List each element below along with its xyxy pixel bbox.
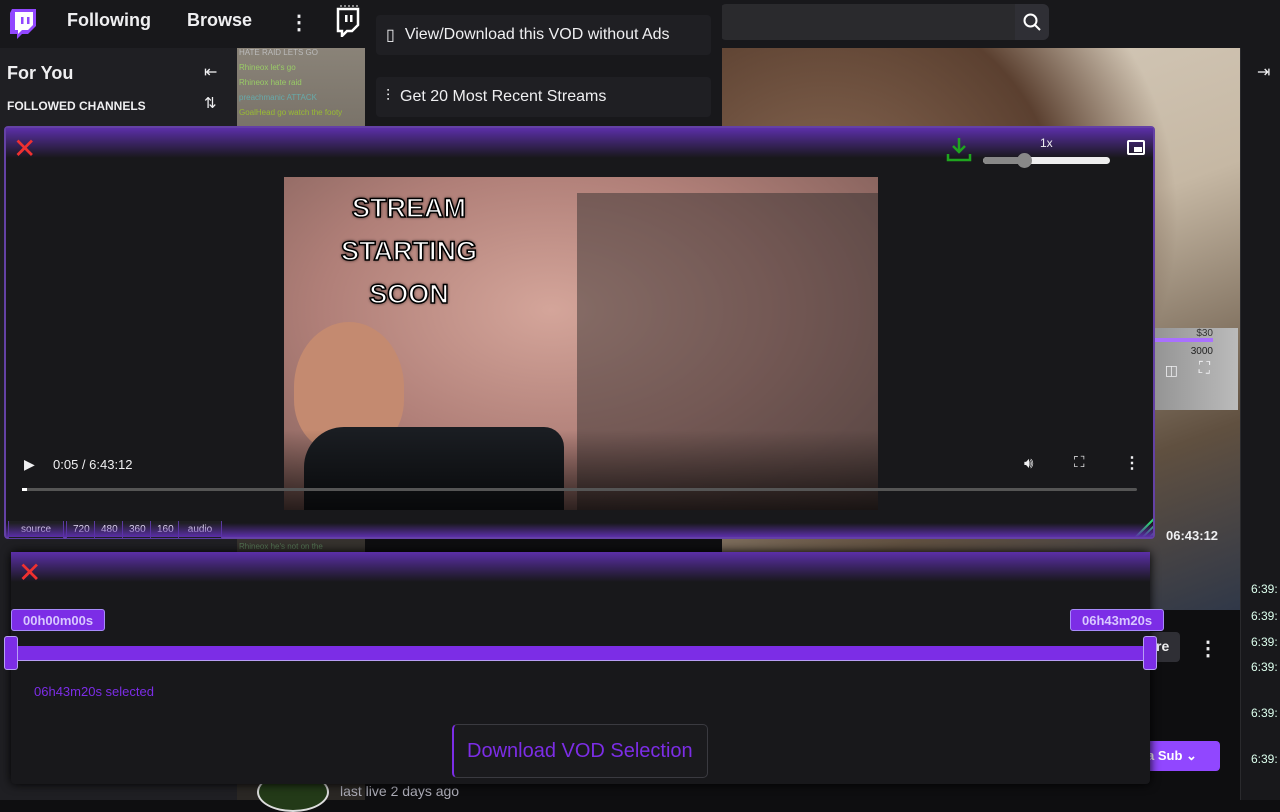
quality-360[interactable]: 360 [122,521,153,539]
more-options-icon[interactable]: ⋮ [1198,636,1218,661]
sidebar-title: For You [7,63,74,83]
download-selection-label: Download VOD Selection [467,740,693,762]
speed-label: 1x [1040,136,1053,150]
chat-line: Rhineox hate raid [239,78,302,87]
resize-handle[interactable] [1131,515,1153,537]
theatre-mode-icon[interactable]: ◫ [1165,362,1178,379]
video-text: STREAM [351,192,467,224]
chat-line: HATE RAID LETS GO [239,48,318,57]
menu-item-recent-streams[interactable]: ⫶ Get 20 Most Recent Streams [376,77,711,117]
download-selection-button[interactable]: Download VOD Selection [452,724,708,778]
sort-icon[interactable]: ⇅ [204,94,217,112]
video-text: STARTING [340,235,478,267]
twitch-logo-icon[interactable] [10,9,36,39]
range-slider-track[interactable] [11,646,1150,661]
seek-bar[interactable] [22,488,1137,491]
speed-slider[interactable] [983,153,1110,168]
vod-icon: ▯ [386,27,395,44]
quality-480[interactable]: 480 [94,521,125,539]
range-start-handle[interactable] [4,636,18,670]
expand-icon[interactable]: ⇥ [1257,62,1270,82]
nav-following[interactable]: Following [67,10,151,31]
section-heading: FOLLOWED CHANNELS [7,99,146,113]
vod-clipper-overlay: ✕ 00h00m00s 06h43m20s 06h43m20s selected… [4,552,1165,784]
start-time-label: 00h00m00s [11,609,106,631]
more-icon[interactable]: ⋮ [1124,453,1140,473]
menu-item-label: View/Download this VOD without Ads [404,26,670,43]
chat-timestamp: 6:39: [1251,582,1278,596]
search-button[interactable] [1015,4,1049,40]
chat-timestamp: 6:39: [1251,635,1278,649]
vod-player-overlay: ✕ 1x STREAM STARTING SOON ▶ 0:05 / 6:43:… [4,126,1155,539]
download-icon[interactable] [946,136,972,162]
close-icon[interactable]: ✕ [18,559,41,587]
chat-line: preachmanic ATTACK [239,93,317,102]
fullscreen-icon[interactable]: ⛶ [1074,454,1085,471]
video-frame[interactable]: STREAM STARTING SOON [284,177,878,510]
quality-720[interactable]: 720 [66,521,97,539]
volume-icon[interactable]: 🔊︎ [1024,455,1033,472]
goal-count: 3000 [1190,346,1213,357]
selection-summary: 06h43m20s selected [34,684,154,699]
gift-sub-button[interactable]: a Sub ⌄ [1140,741,1220,771]
stream-duration: 06:43:12 [1166,528,1219,543]
menu-item-view-vod[interactable]: ▯ View/Download this VOD without Ads [376,15,711,55]
chat-line: Rhineox let's go [239,63,296,72]
close-icon[interactable]: ✕ [13,135,36,163]
search-icon [1023,13,1041,31]
fullscreen-icon[interactable]: ⛶ [1199,360,1210,378]
collapse-icon[interactable]: ⇤ [204,62,217,82]
last-live-text: last live 2 days ago [340,783,460,799]
share-label: re [1156,638,1170,654]
sliders-icon: ⫶ [386,88,391,105]
nav-browse[interactable]: Browse [187,10,252,31]
picture-in-picture-icon[interactable] [1127,140,1145,155]
sub-label: a Sub [1147,748,1183,763]
more-vertical-icon[interactable]: ⋮ [289,10,309,35]
speed-slider-thumb[interactable] [1017,153,1032,168]
chat-timestamp: 6:39: [1251,706,1278,720]
chat-timestamp: 6:39: [1251,660,1278,674]
chat-timestamp: 6:39: [1251,609,1278,623]
quality-160[interactable]: 160 [150,521,181,539]
video-text: SOON [368,278,449,310]
search-input[interactable] [720,4,1015,40]
quality-audio[interactable]: audio [178,521,222,539]
extension-menu: ▯ View/Download this VOD without Ads ⫶ Get… [365,0,722,126]
play-icon[interactable]: ▶ [24,456,35,473]
menu-item-label: Get 20 Most Recent Streams [400,88,607,105]
quality-source[interactable]: source [8,521,64,539]
chat-timestamp: 6:39: [1251,752,1278,766]
chat-line: GoalHead go watch the footy [239,108,343,117]
time-display: 0:05 / 6:43:12 [53,457,133,472]
end-time-label: 06h43m20s [1070,609,1165,631]
range-end-handle[interactable] [1143,636,1157,670]
extension-icon[interactable] [336,5,360,37]
chat-column: ⇥ [1240,48,1280,800]
